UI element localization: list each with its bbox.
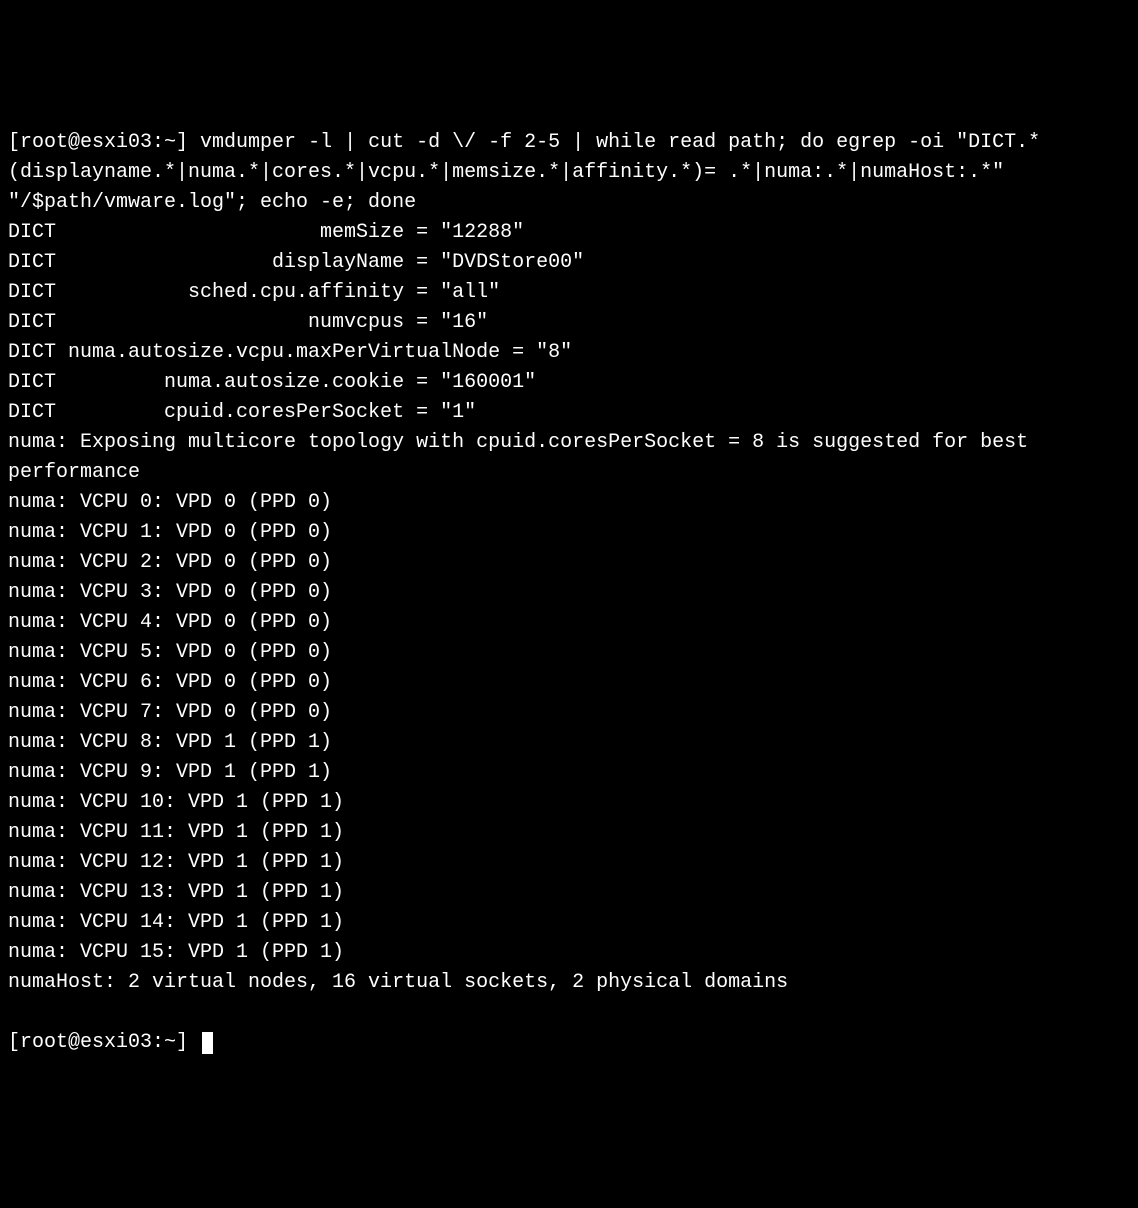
output-line: numa: VCPU 13: VPD 1 (PPD 1) — [8, 881, 344, 904]
command-line: [root@esxi03:~] vmdumper -l | cut -d \/ … — [8, 131, 1040, 214]
output-line: numa: VCPU 14: VPD 1 (PPD 1) — [8, 911, 344, 934]
output-line: numa: VCPU 8: VPD 1 (PPD 1) — [8, 731, 332, 754]
output-line: numa: VCPU 6: VPD 0 (PPD 0) — [8, 671, 332, 694]
output-line: numa: VCPU 2: VPD 0 (PPD 0) — [8, 551, 332, 574]
output-line: numa: VCPU 4: VPD 0 (PPD 0) — [8, 611, 332, 634]
output-line: numa: VCPU 7: VPD 0 (PPD 0) — [8, 701, 332, 724]
output-line: numa: VCPU 0: VPD 0 (PPD 0) — [8, 491, 332, 514]
output-line: numa: VCPU 15: VPD 1 (PPD 1) — [8, 941, 344, 964]
output-line: DICT numvcpus = "16" — [8, 311, 488, 334]
output-line: numa: VCPU 10: VPD 1 (PPD 1) — [8, 791, 344, 814]
output-line: numaHost: 2 virtual nodes, 16 virtual so… — [8, 971, 788, 994]
output-line: numa: VCPU 9: VPD 1 (PPD 1) — [8, 761, 332, 784]
output-line: DICT sched.cpu.affinity = "all" — [8, 281, 500, 304]
shell-prompt: [root@esxi03:~] — [8, 1031, 188, 1054]
output-line: numa: VCPU 12: VPD 1 (PPD 1) — [8, 851, 344, 874]
output-line: numa: VCPU 11: VPD 1 (PPD 1) — [8, 821, 344, 844]
shell-prompt: [root@esxi03:~] — [8, 131, 188, 154]
output-line: DICT numa.autosize.vcpu.maxPerVirtualNod… — [8, 341, 572, 364]
terminal-output[interactable]: [root@esxi03:~] vmdumper -l | cut -d \/ … — [8, 128, 1130, 1058]
output-line: DICT memSize = "12288" — [8, 221, 524, 244]
output-line: numa: Exposing multicore topology with c… — [8, 431, 1040, 484]
cursor-icon — [202, 1032, 213, 1054]
output-line: numa: VCPU 1: VPD 0 (PPD 0) — [8, 521, 332, 544]
output-line: DICT displayName = "DVDStore00" — [8, 251, 584, 274]
output-line: DICT numa.autosize.cookie = "160001" — [8, 371, 536, 394]
output-line: numa: VCPU 5: VPD 0 (PPD 0) — [8, 641, 332, 664]
output-line: numa: VCPU 3: VPD 0 (PPD 0) — [8, 581, 332, 604]
output-line: DICT cpuid.coresPerSocket = "1" — [8, 401, 476, 424]
